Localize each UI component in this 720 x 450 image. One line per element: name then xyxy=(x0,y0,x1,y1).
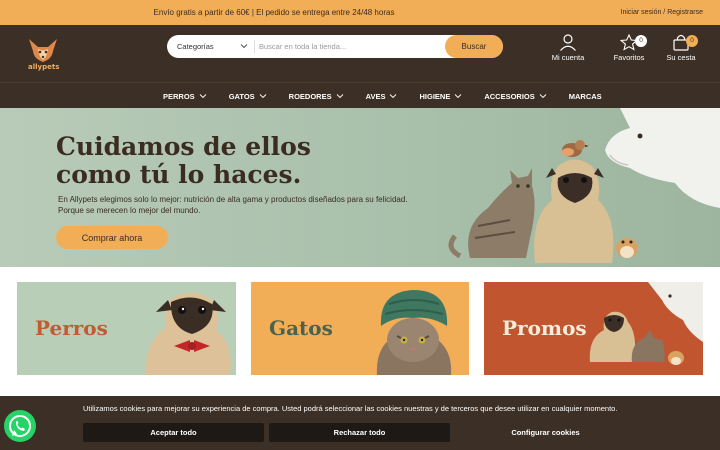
chevron-down-icon xyxy=(539,94,547,99)
favorites-button[interactable]: Favoritos 0 xyxy=(604,34,654,62)
account-button[interactable]: Mi cuenta xyxy=(543,34,593,62)
category-card-gatos[interactable]: Gatos xyxy=(251,282,469,375)
favorites-count-badge: 0 xyxy=(635,35,647,47)
chevron-down-icon xyxy=(199,94,207,99)
category-card-promos[interactable]: Promos xyxy=(484,282,703,375)
account-links: Iniciar sesión / Registrarse xyxy=(621,0,704,25)
favorites-label: Favoritos xyxy=(613,53,645,62)
shipping-promo-text: Envío gratis a partir de 60€ | El pedido… xyxy=(153,8,395,17)
reject-all-cookies-button[interactable]: Rechazar todo xyxy=(269,423,450,442)
nav-item-accesorios[interactable]: ACCESORIOS xyxy=(484,91,547,101)
hero-banner: Cuidamos de ellos como tú lo haces. En A… xyxy=(0,108,720,267)
whatsapp-icon xyxy=(9,415,31,437)
logo-text: allypets xyxy=(28,63,60,71)
nav-item-higiene[interactable]: HIGIENE xyxy=(419,92,462,101)
fox-logo-icon xyxy=(29,39,57,62)
nav-item-gatos[interactable]: GATOS xyxy=(229,92,267,101)
search-divider xyxy=(254,40,255,53)
configure-cookies-button[interactable]: Configurar cookies xyxy=(455,423,636,442)
nav-item-label: HIGIENE xyxy=(419,91,451,101)
hero-pets-image xyxy=(448,108,720,263)
nav-item-label: ACCESORIOS xyxy=(484,91,535,101)
hero-subtitle-line: Porque se merecen lo mejor del mundo. xyxy=(58,206,201,215)
nav-item-label: AVES xyxy=(365,91,386,101)
shop-now-button[interactable]: Comprar ahora xyxy=(56,226,168,249)
category-card-label: Promos xyxy=(502,316,587,340)
site-logo[interactable]: allypets xyxy=(26,37,60,73)
cart-button[interactable]: Su cesta 0 xyxy=(656,34,706,62)
category-card-label: Gatos xyxy=(269,316,333,340)
chevron-down-icon xyxy=(336,94,343,99)
hero-title: Cuidamos de ellos como tú lo haces. xyxy=(56,133,356,189)
nav-item-label: GATOS xyxy=(228,91,255,101)
cart-label: Su cesta xyxy=(666,53,696,62)
search-button[interactable]: Buscar xyxy=(445,35,503,58)
search-bar: Categorías Buscar xyxy=(167,35,503,58)
whatsapp-chat-button[interactable] xyxy=(4,410,36,442)
cat-towel-image xyxy=(376,290,452,375)
category-select[interactable]: Categorías xyxy=(177,35,214,58)
hero-subtitle-line: En Allypets elegimos solo lo mejor: nutr… xyxy=(58,195,408,204)
search-input[interactable] xyxy=(259,38,439,55)
hero-title-line: como tú lo haces. xyxy=(56,160,302,189)
register-link[interactable]: Registrarse xyxy=(667,9,703,16)
cookie-consent-bar: Utilizamos cookies para mejorar su exper… xyxy=(0,396,720,450)
main-nav: PERROS GATOS ROEDORES AVES HIGIENE ACCES… xyxy=(0,82,720,108)
nav-item-marcas[interactable]: MARCAS xyxy=(569,92,602,101)
site-header: allypets Categorías Buscar Mi cuenta Fav… xyxy=(0,25,720,82)
pets-group-image xyxy=(589,282,703,365)
cart-count-badge: 0 xyxy=(686,35,698,47)
category-card-label: Perros xyxy=(35,316,108,340)
nav-item-aves[interactable]: AVES xyxy=(366,92,398,101)
user-icon xyxy=(560,34,576,51)
chevron-down-icon xyxy=(455,94,462,99)
nav-item-label: ROEDORES xyxy=(288,91,332,101)
nav-item-label: PERROS xyxy=(163,91,195,101)
hero-subtitle: En Allypets elegimos solo lo mejor: nutr… xyxy=(58,194,458,216)
hero-title-line: Cuidamos de ellos xyxy=(56,132,311,161)
login-link[interactable]: Iniciar sesión xyxy=(621,9,662,16)
accept-all-cookies-button[interactable]: Aceptar todo xyxy=(83,423,264,442)
nav-item-label: MARCAS xyxy=(568,91,602,101)
nav-item-roedores[interactable]: ROEDORES xyxy=(289,92,344,101)
chevron-down-icon[interactable] xyxy=(239,41,249,51)
category-card-perros[interactable]: Perros xyxy=(17,282,236,375)
chevron-down-icon xyxy=(259,94,266,99)
announcement-bar: Envío gratis a partir de 60€ | El pedido… xyxy=(0,0,720,25)
cookie-message: Utilizamos cookies para mejorar su exper… xyxy=(83,404,618,413)
chevron-down-icon xyxy=(390,94,397,99)
account-label: Mi cuenta xyxy=(551,53,585,62)
nav-item-perros[interactable]: PERROS xyxy=(163,92,207,101)
pug-bowtie-image xyxy=(145,292,231,375)
